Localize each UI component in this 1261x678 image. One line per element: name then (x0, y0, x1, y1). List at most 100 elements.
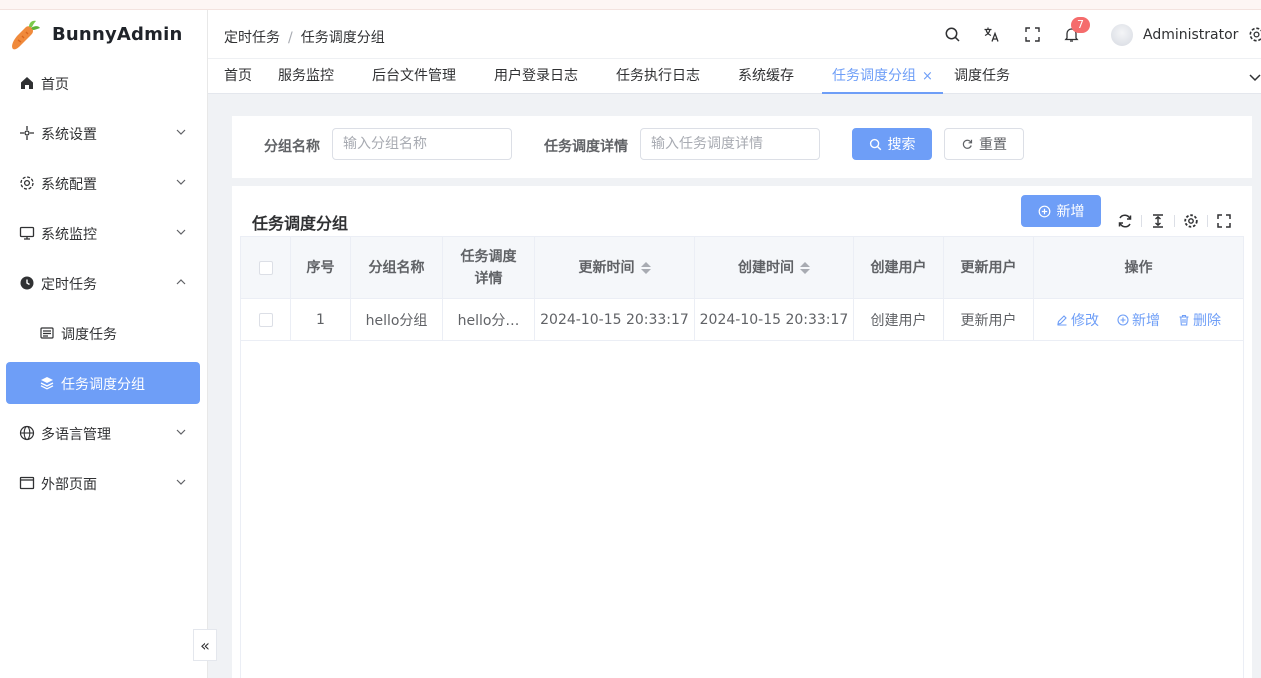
sidebar-item-label: 系统设置 (41, 127, 97, 143)
tab-login-log[interactable]: 用户登录日志 (494, 59, 578, 94)
sidebar-item-home[interactable]: 首页 (6, 62, 200, 104)
sidebar-item-system-config[interactable]: 系统配置 (6, 162, 200, 204)
settings-nodes-icon (20, 126, 34, 140)
sidebar-item-external-pages[interactable]: 外部页面 (6, 462, 200, 504)
app-root: BunnyAdmin 首页 系统设置 系统配置 系统监控 定时任务 调度任务 任… (0, 10, 1261, 678)
edit-button-label: 修改 (1071, 312, 1099, 329)
row-density-icon[interactable] (1150, 213, 1166, 229)
search-form: 分组名称 任务调度详情 搜索 重置 (232, 116, 1252, 178)
breadcrumb: 定时任务 / 任务调度分组 (224, 27, 385, 47)
header-update-time[interactable]: 更新时间 (535, 237, 695, 298)
chevron-up-icon (176, 279, 186, 285)
translate-icon[interactable] (983, 26, 1000, 43)
edit-button[interactable]: 修改 (1056, 310, 1099, 330)
header-actions: 操作 (1124, 259, 1153, 276)
home-icon (21, 77, 33, 89)
detail-label: 任务调度详情 (544, 139, 628, 155)
sidebar-item-task-schedule-group[interactable]: 任务调度分组 (6, 362, 200, 404)
tab-service-monitor[interactable]: 服务监控 (278, 59, 334, 94)
app-name: BunnyAdmin (52, 24, 183, 45)
tab-bar: 首页 服务监控 后台文件管理 用户登录日志 任务执行日志 系统缓存 任务调度分组… (208, 58, 1261, 94)
header-detail-line: 任务调度 (460, 248, 517, 265)
table-card: 任务调度分组 新增 序号 分组名称 任务调度 详情 更新时间 创建时间 创建用户… (232, 186, 1252, 678)
window-icon (19, 476, 35, 490)
refresh-icon[interactable] (1117, 213, 1133, 229)
sidebar-item-label: 定时任务 (41, 277, 97, 293)
fullscreen-icon[interactable] (1216, 213, 1232, 229)
plus-circle-icon (1038, 205, 1050, 217)
cell-create-user-link[interactable]: 创建用户 (854, 299, 944, 340)
tab-system-cache[interactable]: 系统缓存 (738, 59, 794, 94)
chevron-down-icon (176, 229, 186, 235)
refresh-icon (962, 139, 973, 149)
header-update-user: 更新用户 (944, 237, 1034, 298)
plus-circle-icon (1117, 313, 1129, 326)
sidebar-item-i18n[interactable]: 多语言管理 (6, 412, 200, 454)
cell-update-time: 2024-10-15 20:33:17 (535, 299, 695, 340)
sort-icon[interactable] (640, 261, 651, 274)
browser-top-strip (0, 0, 1261, 10)
cell-detail: hello分… (443, 299, 535, 340)
header-index: 序号 (291, 237, 351, 298)
tab-file-management[interactable]: 后台文件管理 (372, 59, 456, 94)
header-detail: 任务调度 详情 (443, 237, 535, 298)
sidebar-item-label: 系统监控 (41, 227, 97, 243)
search-button[interactable]: 搜索 (852, 128, 932, 160)
cell-update-user-link[interactable]: 更新用户 (944, 299, 1034, 340)
tab-execution-log[interactable]: 任务执行日志 (616, 59, 700, 94)
toolbar-divider (1174, 215, 1175, 227)
sidebar-collapse-button[interactable]: « (193, 629, 217, 661)
sidebar-item-system-settings[interactable]: 系统设置 (6, 112, 200, 154)
chevron-down-icon (176, 479, 186, 485)
close-icon[interactable]: × (922, 60, 933, 94)
data-table: 序号 分组名称 任务调度 详情 更新时间 创建时间 创建用户 更新用户 操作 1… (240, 236, 1244, 678)
select-all-checkbox[interactable] (258, 260, 273, 275)
sidebar-item-schedule-task[interactable]: 调度任务 (6, 312, 200, 354)
sidebar-item-label: 任务调度分组 (61, 377, 145, 393)
header-create-time[interactable]: 创建时间 (695, 237, 854, 298)
reset-button[interactable]: 重置 (944, 128, 1024, 160)
table-title: 任务调度分组 (252, 214, 349, 233)
username[interactable]: Administrator (1143, 27, 1238, 43)
breadcrumb-current: 任务调度分组 (300, 30, 385, 46)
sidebar-item-system-monitor[interactable]: 系统监控 (6, 212, 200, 254)
header-update-time-label: 更新时间 (578, 259, 635, 276)
tab-task-schedule-group[interactable]: 任务调度分组 × (822, 59, 943, 94)
column-settings-icon[interactable] (1183, 213, 1199, 229)
search-button-label: 搜索 (887, 137, 916, 153)
sidebar-item-label: 调度任务 (61, 327, 117, 343)
add-button[interactable]: 新增 (1021, 195, 1101, 227)
carrot-logo-icon (12, 20, 40, 50)
breadcrumb-item[interactable]: 定时任务 (224, 30, 280, 46)
cell-actions: 修改 新增 删除 (1034, 299, 1243, 340)
gear-icon[interactable] (1248, 26, 1261, 43)
chevron-down-icon[interactable] (1249, 71, 1261, 83)
header-group-name: 分组名称 (351, 237, 443, 298)
search-icon (869, 138, 881, 150)
header-select-all[interactable] (241, 237, 291, 298)
detail-input[interactable] (640, 128, 820, 160)
row-select[interactable] (241, 299, 291, 340)
chevron-down-icon (176, 429, 186, 435)
header-create-time-label: 创建时间 (738, 259, 794, 276)
table-row: 1 hello分组 hello分… 2024-10-15 20:33:17 20… (241, 299, 1243, 341)
chevron-down-icon (176, 129, 186, 135)
add-button-label: 新增 (1056, 204, 1085, 220)
fullscreen-icon[interactable] (1024, 26, 1041, 43)
tab-schedule-task[interactable]: 调度任务 (954, 59, 1010, 94)
sort-icon[interactable] (800, 261, 810, 274)
row-checkbox[interactable] (258, 312, 273, 327)
layers-icon (40, 377, 54, 390)
brand[interactable]: BunnyAdmin (0, 10, 207, 60)
trash-icon (1179, 314, 1189, 326)
row-add-button[interactable]: 新增 (1117, 310, 1160, 330)
sidebar: BunnyAdmin 首页 系统设置 系统配置 系统监控 定时任务 调度任务 任… (0, 10, 217, 678)
group-name-input[interactable] (332, 128, 512, 160)
gear-icon (20, 176, 34, 190)
tab-home[interactable]: 首页 (224, 59, 252, 94)
search-icon[interactable] (944, 26, 961, 43)
sidebar-item-scheduled-tasks[interactable]: 定时任务 (6, 262, 200, 304)
avatar[interactable] (1111, 24, 1133, 46)
globe-icon (19, 425, 35, 441)
delete-button[interactable]: 删除 (1178, 310, 1221, 330)
